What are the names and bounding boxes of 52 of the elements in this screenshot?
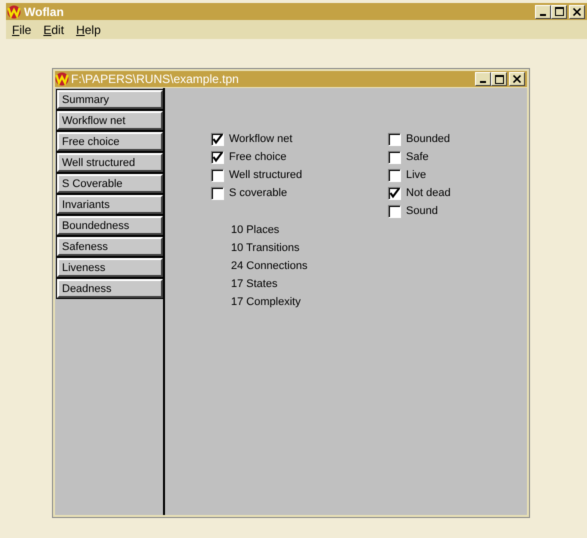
document-title: F:\PAPERS\RUNS\example.tpn [71,72,239,86]
logo-icon [7,4,21,18]
checkbox-label: Free choice [229,151,286,163]
checkbox[interactable] [388,150,401,164]
sidebar-button[interactable]: Liveness [57,258,163,277]
window-title: Woflan [24,4,64,18]
close-button[interactable] [569,4,585,18]
checkbox[interactable] [388,132,401,146]
checkbox-label: Not dead [406,187,451,199]
checkbox-label: Live [406,169,426,181]
checkbox[interactable] [211,150,224,164]
logo-icon [55,72,69,86]
checkbox[interactable] [211,132,224,146]
sidebar-button[interactable]: Boundedness [57,216,163,235]
statistic: 10 Places [231,223,280,237]
checkbox-label: Sound [406,205,438,217]
checkbox-label: Bounded [406,133,450,145]
menu-item[interactable]: Edit [43,22,64,36]
sidebar-button[interactable]: Deadness [57,279,163,298]
statistic: 24 Connections [231,259,308,273]
checkbox[interactable] [211,168,224,182]
sidebar-button[interactable]: S Coverable [57,174,163,193]
checkbox[interactable] [388,168,401,182]
statistic: 17 States [231,277,278,291]
minimize-icon [540,14,546,16]
menu-item[interactable]: Help [76,22,101,36]
maximize-button[interactable] [551,4,567,18]
checkbox-label: Well structured [229,169,302,181]
checkbox[interactable] [388,204,401,218]
sidebar-button[interactable]: Workflow net [57,111,163,130]
checkbox-label: S coverable [229,187,288,199]
sidebar-button[interactable]: Free choice [57,132,163,151]
maximize-icon [494,74,504,84]
minimize-button[interactable] [475,72,491,86]
menu-item[interactable]: File [12,22,32,36]
checkbox-label: Workflow net [229,133,292,145]
sidebar-button[interactable]: Summary [57,90,163,109]
maximize-icon [554,7,564,16]
maximize-button[interactable] [491,72,507,86]
sidebar-button[interactable]: Invariants [57,195,163,214]
statistic: 17 Complexity [231,295,301,309]
statistic: 10 Transitions [231,241,300,255]
checkbox[interactable] [388,186,401,200]
checkbox-label: Safe [406,151,429,163]
minimize-button[interactable] [535,4,551,18]
minimize-icon [480,81,486,83]
close-icon [573,8,581,16]
sidebar-button[interactable]: Well structured [57,153,163,172]
close-icon [513,75,521,83]
checkbox[interactable] [211,186,224,200]
close-button[interactable] [509,72,525,86]
sidebar-button[interactable]: Safeness [57,237,163,256]
